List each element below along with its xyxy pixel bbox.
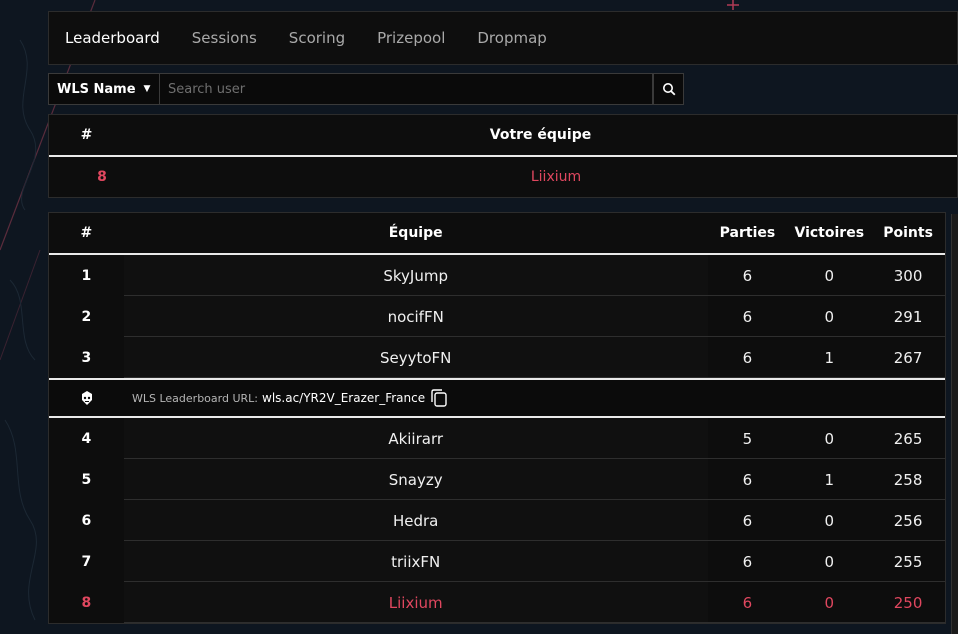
search-type-value: WLS Name [57, 81, 136, 97]
table-row[interactable]: 5 Snayzy 6 1 258 [49, 459, 945, 500]
wls-url-label: WLS Leaderboard URL: [132, 391, 258, 405]
row-team: SkyJump [123, 255, 708, 296]
row-rank: 4 [81, 430, 92, 447]
your-team-header-rank: # [80, 127, 93, 143]
row-rank: 1 [81, 267, 92, 284]
leaderboard-table: # Équipe Parties Victoires Points 1 SkyJ… [48, 212, 946, 624]
row-points: 267 [893, 348, 923, 367]
row-points: 255 [893, 552, 923, 571]
row-wins: 1 [824, 348, 835, 367]
row-rank: 3 [81, 349, 92, 366]
your-team-rank: 8 [97, 169, 107, 185]
row-wins: 1 [824, 470, 835, 489]
row-points: 300 [893, 266, 923, 285]
your-team-name: Liixium [530, 169, 582, 185]
row-games: 6 [742, 307, 753, 326]
row-games: 6 [742, 511, 753, 530]
row-points: 250 [893, 593, 923, 612]
table-row[interactable]: 7 triixFN 6 0 255 [49, 541, 945, 582]
tab-leaderboard[interactable]: Leaderboard [65, 29, 160, 47]
your-team-row[interactable]: 8 Liixium [49, 157, 957, 197]
row-rank: 6 [81, 512, 92, 529]
row-rank: 5 [81, 471, 92, 488]
copy-icon[interactable] [429, 388, 449, 408]
tab-dropmap[interactable]: Dropmap [477, 29, 546, 47]
table-row-your-team[interactable]: 8 Liixium 6 0 250 [49, 582, 945, 623]
search-button[interactable] [653, 73, 684, 105]
row-rank: 2 [81, 308, 92, 325]
table-row[interactable]: 2 nocifFN 6 0 291 [49, 296, 945, 337]
row-wins: 0 [824, 266, 835, 285]
row-games: 6 [742, 470, 753, 489]
row-points: 258 [893, 470, 923, 489]
search-type-select[interactable]: WLS Name ▼ [48, 73, 160, 105]
side-panel-edge [951, 214, 958, 634]
row-games: 6 [742, 552, 753, 571]
row-points: 256 [893, 511, 923, 530]
row-rank: 7 [81, 553, 92, 570]
row-wins: 0 [824, 511, 835, 530]
caret-down-icon: ▼ [143, 84, 151, 94]
row-team: Akiirarr [123, 418, 708, 459]
header-points[interactable]: Points [871, 225, 945, 241]
tab-sessions[interactable]: Sessions [192, 29, 257, 47]
row-games: 6 [742, 593, 753, 612]
table-row[interactable]: 3 SeyytoFN 6 1 267 [49, 337, 945, 378]
wls-url-link[interactable]: wls.ac/YR2V_Erazer_France [262, 391, 425, 405]
row-points: 291 [893, 307, 923, 326]
row-team: nocifFN [123, 296, 708, 337]
header-games[interactable]: Parties [708, 225, 788, 241]
tab-bar: Leaderboard Sessions Scoring Prizepool D… [48, 11, 958, 65]
your-team-header-name: Votre équipe [489, 127, 592, 143]
row-team: Hedra [123, 500, 708, 541]
row-wins: 0 [824, 307, 835, 326]
main-panel: Leaderboard Sessions Scoring Prizepool D… [48, 11, 958, 624]
your-team-header: # Votre équipe [49, 115, 957, 157]
tab-prizepool[interactable]: Prizepool [377, 29, 445, 47]
row-wins: 0 [824, 429, 835, 448]
header-team: Équipe [388, 225, 443, 241]
row-team: Liixium [123, 582, 708, 623]
row-team: triixFN [123, 541, 708, 582]
row-games: 6 [742, 266, 753, 285]
table-row[interactable]: 6 Hedra 6 0 256 [49, 500, 945, 541]
tab-scoring[interactable]: Scoring [289, 29, 345, 47]
leaderboard-header: # Équipe Parties Victoires Points [49, 213, 945, 255]
row-wins: 0 [824, 593, 835, 612]
row-points: 265 [893, 429, 923, 448]
search-row: WLS Name ▼ [48, 73, 684, 105]
row-team: SeyytoFN [123, 337, 708, 378]
header-wins[interactable]: Victoires [787, 225, 871, 241]
row-wins: 0 [824, 552, 835, 571]
wls-url-banner: WLS Leaderboard URL: wls.ac/YR2V_Erazer_… [49, 378, 945, 418]
row-team: Snayzy [123, 459, 708, 500]
row-games: 6 [742, 348, 753, 367]
search-input[interactable] [160, 73, 653, 105]
row-rank: 8 [81, 594, 92, 611]
row-games: 5 [742, 429, 753, 448]
table-row[interactable]: 1 SkyJump 6 0 300 [49, 255, 945, 296]
header-rank: # [80, 225, 93, 241]
search-icon [662, 83, 675, 96]
your-team-table: # Votre équipe 8 Liixium [48, 114, 958, 198]
erazer-logo-icon [49, 390, 124, 406]
table-row[interactable]: 4 Akiirarr 5 0 265 [49, 418, 945, 459]
